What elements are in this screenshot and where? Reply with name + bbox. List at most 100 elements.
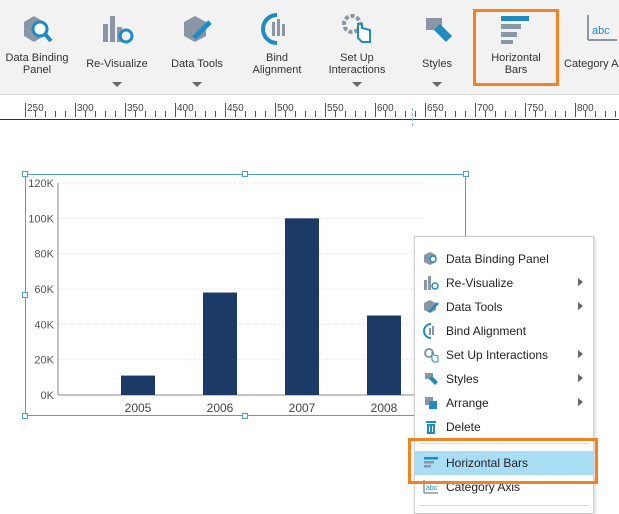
menu-item-data-tools[interactable]: Data Tools xyxy=(415,295,593,319)
ruler-tick xyxy=(275,103,276,117)
ruler-minor-tick xyxy=(335,111,336,117)
ruler-minor-tick xyxy=(45,111,46,117)
menu-highlight-box xyxy=(408,438,598,484)
ruler-tick xyxy=(475,103,476,117)
ruler-minor-tick xyxy=(615,111,616,117)
ruler-minor-tick xyxy=(505,111,506,117)
menu-item-arrange[interactable]: Arrange xyxy=(415,391,593,415)
menu-item-label: Set Up Interactions xyxy=(446,348,549,362)
ruler-minor-tick xyxy=(495,111,496,117)
ruler-minor-tick xyxy=(555,111,556,117)
ribbon-label: Data Binding Panel xyxy=(5,52,69,76)
ruler-minor-tick xyxy=(205,111,206,117)
chevron-down-icon xyxy=(192,82,202,87)
menu-item-re-visualize[interactable]: Re-Visualize xyxy=(415,271,593,295)
ruler-minor-tick xyxy=(135,111,136,117)
ribbon-label: Styles xyxy=(422,58,452,70)
re-visualize-icon xyxy=(424,276,439,290)
chevron-right-icon xyxy=(578,374,583,382)
ruler-minor-tick xyxy=(565,111,566,117)
ruler-minor-tick xyxy=(295,111,296,117)
svg-text:abc: abc xyxy=(426,485,438,492)
chevron-right-icon xyxy=(578,278,583,286)
ruler-minor-tick xyxy=(385,111,386,117)
ruler-minor-tick xyxy=(595,111,596,117)
set-up-interactions-button[interactable]: Set Up Interactions xyxy=(318,6,396,90)
ruler-minor-tick xyxy=(185,111,186,117)
chevron-down-icon xyxy=(432,82,442,87)
ruler-minor-tick xyxy=(265,111,266,117)
ruler-guide xyxy=(412,108,413,126)
ruler-tick xyxy=(575,103,576,117)
ruler-minor-tick xyxy=(545,111,546,117)
ruler-minor-tick xyxy=(255,111,256,117)
ribbon-label: Re-Visualize xyxy=(86,58,148,70)
ruler-minor-tick xyxy=(215,111,216,117)
ruler-minor-tick xyxy=(305,111,306,117)
ruler-minor-tick xyxy=(105,111,106,117)
ruler-minor-tick xyxy=(195,111,196,117)
ruler-minor-tick xyxy=(355,111,356,117)
ruler-tick xyxy=(225,103,226,117)
ruler-minor-tick xyxy=(285,111,286,117)
bind-alignment-icon xyxy=(423,323,434,339)
menu-item-label: Data Tools xyxy=(446,300,503,314)
ruler-minor-tick xyxy=(435,111,436,117)
ruler-minor-tick xyxy=(535,111,536,117)
ruler-minor-tick xyxy=(445,111,446,117)
ruler-minor-tick xyxy=(365,111,366,117)
category-axis-button[interactable]: abc Category Axis xyxy=(562,6,619,90)
ruler-minor-tick xyxy=(95,111,96,117)
menu-item-bind-alignment[interactable]: Bind Alignment xyxy=(415,319,593,343)
data-tools-icon xyxy=(424,300,439,313)
ribbon-highlight-box xyxy=(473,9,559,86)
data-binding-panel-icon xyxy=(24,16,53,43)
category-axis-icon: abc xyxy=(587,15,617,41)
ruler-minor-tick xyxy=(55,111,56,117)
menu-item-label: Data Binding Panel xyxy=(446,252,549,266)
ruler-minor-tick xyxy=(405,111,406,117)
resize-handle[interactable] xyxy=(242,171,248,177)
ruler-minor-tick xyxy=(345,111,346,117)
menu-item-label: Bind Alignment xyxy=(446,324,527,338)
resize-handle[interactable] xyxy=(22,171,28,177)
ruler-minor-tick xyxy=(315,111,316,117)
ruler-minor-tick xyxy=(415,111,416,117)
chart-selection-frame[interactable] xyxy=(25,174,466,416)
bind-alignment-button[interactable]: Bind Alignment xyxy=(242,6,312,90)
data-binding-panel-button[interactable]: Data Binding Panel xyxy=(2,6,72,90)
re-visualize-button[interactable]: Re-Visualize xyxy=(82,6,152,90)
ruler-tick xyxy=(525,103,526,117)
ruler-minor-tick xyxy=(115,111,116,117)
arrange-icon xyxy=(425,397,437,409)
ruler-tick xyxy=(175,103,176,117)
data-tools-icon xyxy=(184,16,212,42)
resize-handle[interactable] xyxy=(242,413,248,419)
resize-handle[interactable] xyxy=(22,413,28,419)
ruler-minor-tick xyxy=(485,111,486,117)
menu-item-data-binding-panel[interactable]: Data Binding Panel xyxy=(415,247,593,271)
resize-handle[interactable] xyxy=(22,292,28,298)
ruler-tick xyxy=(75,103,76,117)
set-up-interactions-icon xyxy=(342,14,371,43)
menu-item-label: Arrange xyxy=(446,396,489,410)
ruler-minor-tick xyxy=(35,111,36,117)
menu-item-label: Delete xyxy=(446,420,481,434)
ribbon-label: Set Up Interactions xyxy=(328,52,386,76)
chevron-right-icon xyxy=(578,302,583,310)
ruler-tick xyxy=(375,103,376,117)
data-tools-button[interactable]: Data Tools xyxy=(162,6,232,90)
menu-item-delete[interactable]: Delete xyxy=(415,415,593,439)
data-binding-panel-icon xyxy=(424,252,437,265)
ruler-tick xyxy=(325,103,326,117)
resize-handle[interactable] xyxy=(463,171,469,177)
chevron-right-icon xyxy=(578,350,583,358)
ruler-tick xyxy=(425,103,426,117)
menu-item-label: Re-Visualize xyxy=(446,276,514,290)
styles-button[interactable]: Styles xyxy=(402,6,472,90)
ribbon-label: Category Axis xyxy=(564,58,619,70)
ruler-minor-tick xyxy=(235,111,236,117)
menu-item-label: Styles xyxy=(446,372,479,386)
menu-item-styles[interactable]: Styles xyxy=(415,367,593,391)
menu-item-set-up-interactions[interactable]: Set Up Interactions xyxy=(415,343,593,367)
